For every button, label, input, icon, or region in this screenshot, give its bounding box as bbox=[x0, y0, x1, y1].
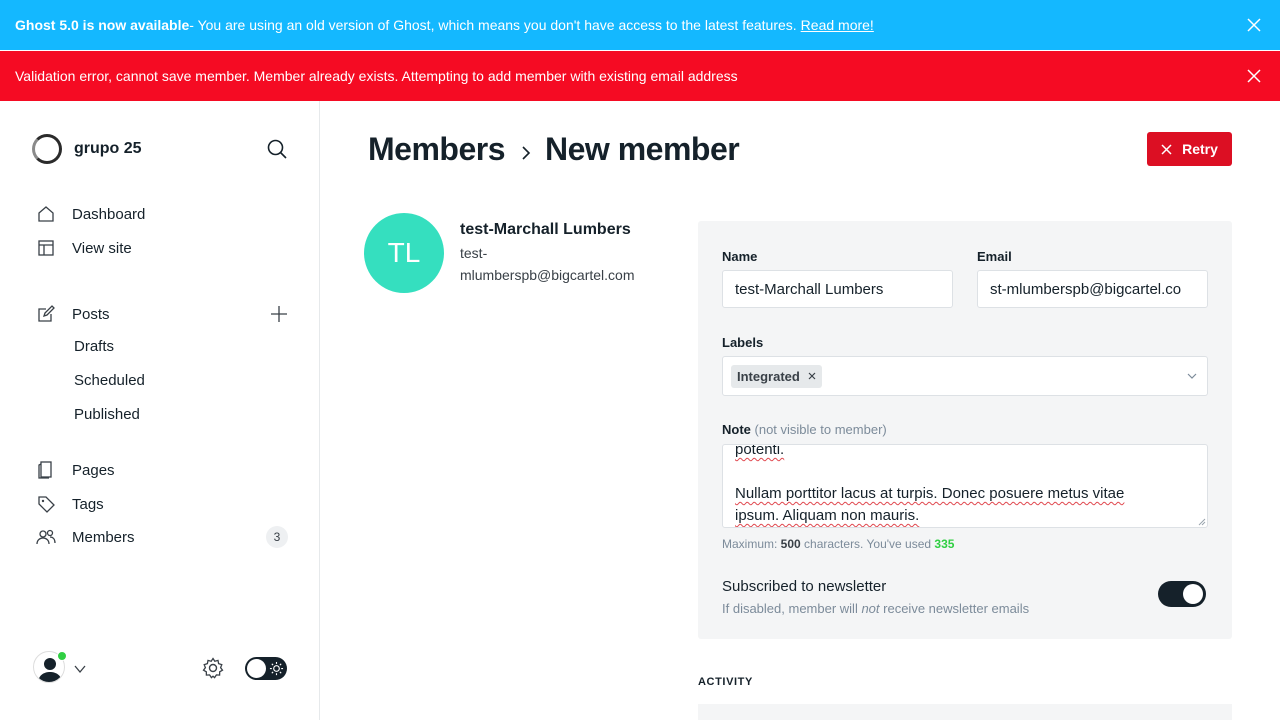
sidebar-item-label: Tags bbox=[72, 495, 104, 513]
sidebar-item-pages[interactable]: Pages bbox=[36, 460, 115, 480]
char-max: 500 bbox=[780, 537, 801, 551]
gear-icon[interactable] bbox=[202, 657, 224, 679]
sidebar: grupo 25 Dashboard View site Posts Draft… bbox=[0, 101, 320, 720]
sidebar-item-published[interactable]: Published bbox=[74, 406, 140, 423]
layout-icon bbox=[38, 240, 54, 256]
member-email: test- mlumberspb@bigcartel.com bbox=[460, 242, 660, 286]
sun-icon bbox=[269, 661, 284, 676]
sidebar-item-label: Posts bbox=[72, 305, 110, 323]
tag-icon bbox=[38, 496, 55, 513]
newsletter-sub-text: receive newsletter emails bbox=[879, 601, 1030, 616]
member-email-line: mlumberspb@bigcartel.com bbox=[460, 267, 635, 283]
main-content: Members New member Retry TL test-Marchal… bbox=[320, 101, 1280, 720]
newsletter-sub-emphasis: not bbox=[861, 601, 880, 616]
site-brand[interactable]: grupo 25 bbox=[32, 134, 142, 164]
user-menu[interactable] bbox=[33, 651, 67, 683]
retry-button-label: Retry bbox=[1182, 141, 1218, 157]
read-more-link[interactable]: Read more! bbox=[801, 17, 874, 33]
site-name: grupo 25 bbox=[74, 140, 142, 157]
upgrade-banner-message: - You are using an old version of Ghost,… bbox=[189, 17, 797, 33]
chevron-right-icon bbox=[522, 145, 531, 160]
note-line: potenti. bbox=[735, 444, 785, 458]
note-label: Note (not visible to member) bbox=[722, 422, 887, 437]
add-post-icon[interactable] bbox=[269, 304, 289, 324]
sidebar-item-scheduled[interactable]: Scheduled bbox=[74, 372, 145, 389]
chevron-down-icon[interactable] bbox=[74, 663, 86, 675]
newsletter-subtitle: If disabled, member will not receive new… bbox=[722, 601, 1029, 616]
note-hint: (not visible to member) bbox=[754, 422, 887, 437]
dark-mode-toggle[interactable] bbox=[245, 657, 287, 680]
newsletter-title: Subscribed to newsletter bbox=[722, 578, 887, 595]
activity-heading: ACTIVITY bbox=[698, 676, 753, 688]
labels-select[interactable]: Integrated bbox=[722, 356, 1208, 396]
members-count-badge: 3 bbox=[266, 526, 288, 548]
close-error-banner-icon[interactable] bbox=[1246, 68, 1262, 84]
member-email-line: test- bbox=[460, 245, 488, 261]
toggle-knob bbox=[247, 659, 266, 678]
sidebar-item-dashboard[interactable]: Dashboard bbox=[36, 204, 145, 224]
email-field[interactable]: st-mlumberspb@bigcartel.co bbox=[977, 270, 1208, 308]
newsletter-toggle[interactable] bbox=[1158, 581, 1206, 607]
toggle-knob bbox=[1183, 584, 1203, 604]
note-line: Nullam porttitor lacus at turpis. Donec … bbox=[735, 485, 1125, 502]
sidebar-item-tags[interactable]: Tags bbox=[36, 494, 104, 514]
char-count-mid: characters. You've used bbox=[800, 537, 935, 551]
note-line: ipsum. Aliquam non mauris. bbox=[735, 507, 920, 524]
activity-panel bbox=[698, 704, 1232, 720]
label-chip-text: Integrated bbox=[737, 368, 800, 384]
char-count-prefix: Maximum: bbox=[722, 537, 781, 551]
sidebar-item-posts[interactable]: Posts bbox=[36, 304, 110, 324]
sidebar-item-drafts[interactable]: Drafts bbox=[74, 338, 114, 355]
breadcrumb: Members New member bbox=[368, 131, 740, 168]
labels-label: Labels bbox=[722, 335, 764, 350]
note-label-text: Note bbox=[722, 422, 751, 437]
name-field[interactable]: test-Marchall Lumbers bbox=[722, 270, 953, 308]
page-title: New member bbox=[545, 131, 740, 167]
close-icon bbox=[1161, 143, 1172, 155]
member-form: Name test-Marchall Lumbers Email st-mlum… bbox=[698, 221, 1232, 639]
note-char-count: Maximum: 500 characters. You've used 335 bbox=[722, 537, 954, 551]
online-status-dot bbox=[57, 651, 67, 661]
upgrade-banner-title: Ghost 5.0 is now available bbox=[15, 17, 190, 33]
remove-label-icon[interactable] bbox=[808, 372, 816, 380]
page-icon bbox=[38, 461, 52, 479]
email-label: Email bbox=[977, 249, 1012, 264]
sidebar-item-label: Dashboard bbox=[72, 205, 146, 223]
resize-handle-icon[interactable] bbox=[1198, 518, 1206, 526]
search-icon[interactable] bbox=[266, 138, 288, 160]
sidebar-item-label: Members bbox=[72, 528, 135, 546]
users-icon bbox=[36, 529, 56, 545]
error-banner-message: Validation error, cannot save member. Me… bbox=[15, 68, 738, 84]
sidebar-item-label: Pages bbox=[72, 461, 115, 479]
close-upgrade-banner-icon[interactable] bbox=[1246, 17, 1262, 33]
note-textarea[interactable]: potenti. Nullam porttitor lacus at turpi… bbox=[722, 444, 1208, 528]
breadcrumb-members[interactable]: Members bbox=[368, 131, 506, 168]
member-name: test-Marchall Lumbers bbox=[460, 221, 631, 238]
upgrade-banner: Ghost 5.0 is now available - You are usi… bbox=[0, 0, 1280, 50]
chevron-down-icon[interactable] bbox=[1187, 371, 1197, 381]
edit-icon bbox=[38, 305, 55, 322]
char-used: 335 bbox=[934, 537, 955, 551]
newsletter-sub-text: If disabled, member will bbox=[722, 601, 862, 616]
sidebar-item-members[interactable]: Members bbox=[36, 527, 135, 547]
error-banner: Validation error, cannot save member. Me… bbox=[0, 51, 1280, 101]
site-logo bbox=[32, 134, 62, 164]
sidebar-item-label: View site bbox=[72, 239, 132, 257]
member-avatar: TL bbox=[364, 213, 444, 293]
retry-button[interactable]: Retry bbox=[1147, 132, 1232, 166]
sidebar-item-view-site[interactable]: View site bbox=[36, 238, 132, 258]
label-chip: Integrated bbox=[731, 364, 822, 388]
name-label: Name bbox=[722, 249, 758, 264]
home-icon bbox=[38, 206, 54, 222]
